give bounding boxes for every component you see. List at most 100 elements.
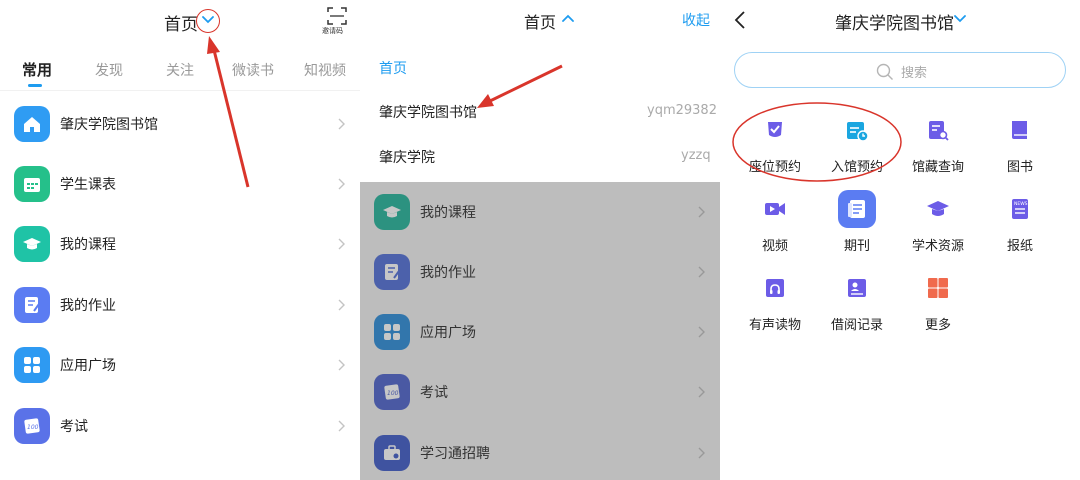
list-item-recruitment: 学习通招聘 (360, 423, 720, 480)
grid-item-newspapers[interactable]: NEWS 报纸 (980, 190, 1060, 260)
chevron-down-icon[interactable] (954, 15, 966, 23)
menu-item-college[interactable]: 肇庆学院 (379, 147, 435, 167)
grid-item-label: 馆藏查询 (911, 160, 964, 175)
chevron-right-icon (698, 386, 705, 398)
book-icon (1001, 111, 1039, 149)
grid-item-label: 座位预约 (748, 160, 801, 175)
list-item-label: 我的课程 (60, 237, 116, 253)
borrow-record-icon (838, 269, 876, 307)
tab-follow[interactable]: 关注 (166, 60, 194, 80)
grid-item-books[interactable]: 图书 (980, 111, 1060, 181)
list-item-exam[interactable]: 100 考试 (0, 396, 360, 456)
grid-item-academic-resources[interactable]: 学术资源 (898, 190, 978, 260)
tab-micro-reading[interactable]: 微读书 (232, 60, 274, 80)
grid-item-label: 有声读物 (748, 318, 801, 333)
grid-item-label: 入馆预约 (830, 160, 883, 175)
chevron-right-icon (698, 447, 705, 459)
grid-item-label: 期刊 (843, 239, 870, 254)
pencil-note-icon (14, 287, 50, 323)
audiobook-icon (756, 269, 794, 307)
grid-item-label: 视频 (761, 239, 788, 254)
grid-icon (14, 347, 50, 383)
chevron-down-icon[interactable] (196, 9, 220, 33)
menu-item-code: yqm29382 (647, 103, 717, 118)
menu-item-library[interactable]: 肇庆学院图书馆 (379, 102, 477, 122)
menu-item-code: yzzq (681, 148, 711, 163)
panel-home-switcher: 首页 收起 首页 肇庆学院图书馆 yqm29382 肇庆学院 yzzq 我的课程… (360, 0, 720, 480)
tab-frequent[interactable]: 常用 (22, 59, 52, 80)
search-input[interactable]: 搜索 (734, 52, 1066, 88)
dimmed-overlay[interactable]: 我的课程 我的作业 应用广场 100 考试 学习通招聘 (360, 182, 720, 480)
scan-icon (327, 7, 347, 25)
grid-item-seat-booking[interactable]: 座位预约 (735, 111, 815, 181)
list-item-my-homework: 我的作业 (360, 242, 720, 302)
exam-icon: 100 (374, 374, 410, 410)
chevron-right-icon (338, 420, 345, 432)
grid-item-borrow-records[interactable]: 借阅记录 (817, 269, 897, 339)
grid-item-label: 学术资源 (911, 239, 964, 254)
list-item-my-courses[interactable]: 我的课程 (0, 214, 360, 274)
list-item-label: 应用广场 (60, 358, 116, 374)
list-item-my-homework[interactable]: 我的作业 (0, 275, 360, 335)
grid-item-label: 图书 (1006, 160, 1033, 175)
chevron-right-icon (338, 178, 345, 190)
tab-bar: 常用 发现 关注 微读书 知视频 (0, 44, 360, 90)
list-item-my-courses: 我的课程 (360, 182, 720, 242)
grid-item-audiobooks[interactable]: 有声读物 (735, 269, 815, 339)
page-title[interactable]: 肇庆学院图书馆 (835, 9, 954, 34)
grid-item-catalog-search[interactable]: 馆藏查询 (898, 111, 978, 181)
grid-item-label: 借阅记录 (830, 318, 883, 333)
search-icon (876, 63, 893, 80)
home-icon (14, 106, 50, 142)
grid-item-journals[interactable]: 期刊 (817, 190, 897, 260)
chevron-right-icon (698, 266, 705, 278)
grid-item-video[interactable]: 视频 (735, 190, 815, 260)
svg-text:100: 100 (387, 390, 399, 397)
invite-code-button[interactable]: 邀请码 (322, 6, 348, 36)
list-item-exam: 100 考试 (360, 362, 720, 422)
grid-item-label: 报纸 (1006, 239, 1033, 254)
chevron-right-icon (338, 118, 345, 130)
chevron-right-icon (698, 206, 705, 218)
graduation-cap-icon (374, 194, 410, 230)
menu-item-home[interactable]: 首页 (379, 58, 407, 78)
calendar-icon (14, 166, 50, 202)
active-tab-indicator (28, 84, 42, 87)
newspaper-icon: NEWS (1001, 190, 1039, 228)
grid-icon (374, 314, 410, 350)
chevron-right-icon (338, 359, 345, 371)
list-item-library[interactable]: 肇庆学院图书馆 (0, 94, 360, 154)
search-placeholder: 搜索 (901, 66, 928, 81)
chevron-right-icon (338, 299, 345, 311)
list-item-timetable[interactable]: 学生课表 (0, 154, 360, 214)
entry-booking-icon (838, 111, 876, 149)
back-arrow-icon[interactable] (734, 11, 746, 29)
top-bar: 首页 邀请码 (0, 0, 360, 44)
list-item-label: 肇庆学院图书馆 (60, 117, 158, 133)
divider (0, 90, 360, 91)
chevron-right-icon (698, 326, 705, 338)
journal-icon (838, 190, 876, 228)
chevron-right-icon (338, 238, 345, 250)
list-item-label: 学生课表 (60, 177, 116, 193)
page-title[interactable]: 首页 (524, 9, 556, 33)
grid-item-label: 更多 (924, 318, 951, 333)
list-item-app-plaza: 应用广场 (360, 302, 720, 362)
tab-discover[interactable]: 发现 (95, 60, 123, 80)
list-item-label: 学习通招聘 (420, 446, 490, 462)
catalog-search-icon (919, 111, 957, 149)
tab-knowledge-video[interactable]: 知视频 (304, 60, 346, 80)
panel-home-frequent: 首页 邀请码 常用 发现 关注 微读书 知视频 肇庆学院图书馆 学生课表 我的课… (0, 0, 360, 480)
page-title[interactable]: 首页 (164, 10, 198, 35)
more-icon (919, 269, 957, 307)
grid-item-more[interactable]: 更多 (898, 269, 978, 339)
chevron-up-icon[interactable] (562, 14, 574, 22)
list-item-label: 我的作业 (60, 298, 116, 314)
svg-text:100: 100 (27, 424, 39, 431)
grid-item-entry-booking[interactable]: 入馆预约 (817, 111, 897, 181)
list-item-app-plaza[interactable]: 应用广场 (0, 335, 360, 395)
panel-library-home: 肇庆学院图书馆 搜索 座位预约 入馆预约 馆藏查询 图书 视频 期刊 学术资源 … (720, 0, 1080, 480)
invite-code-label: 邀请码 (322, 27, 343, 35)
briefcase-icon (374, 435, 410, 471)
collapse-button[interactable]: 收起 (682, 10, 710, 30)
